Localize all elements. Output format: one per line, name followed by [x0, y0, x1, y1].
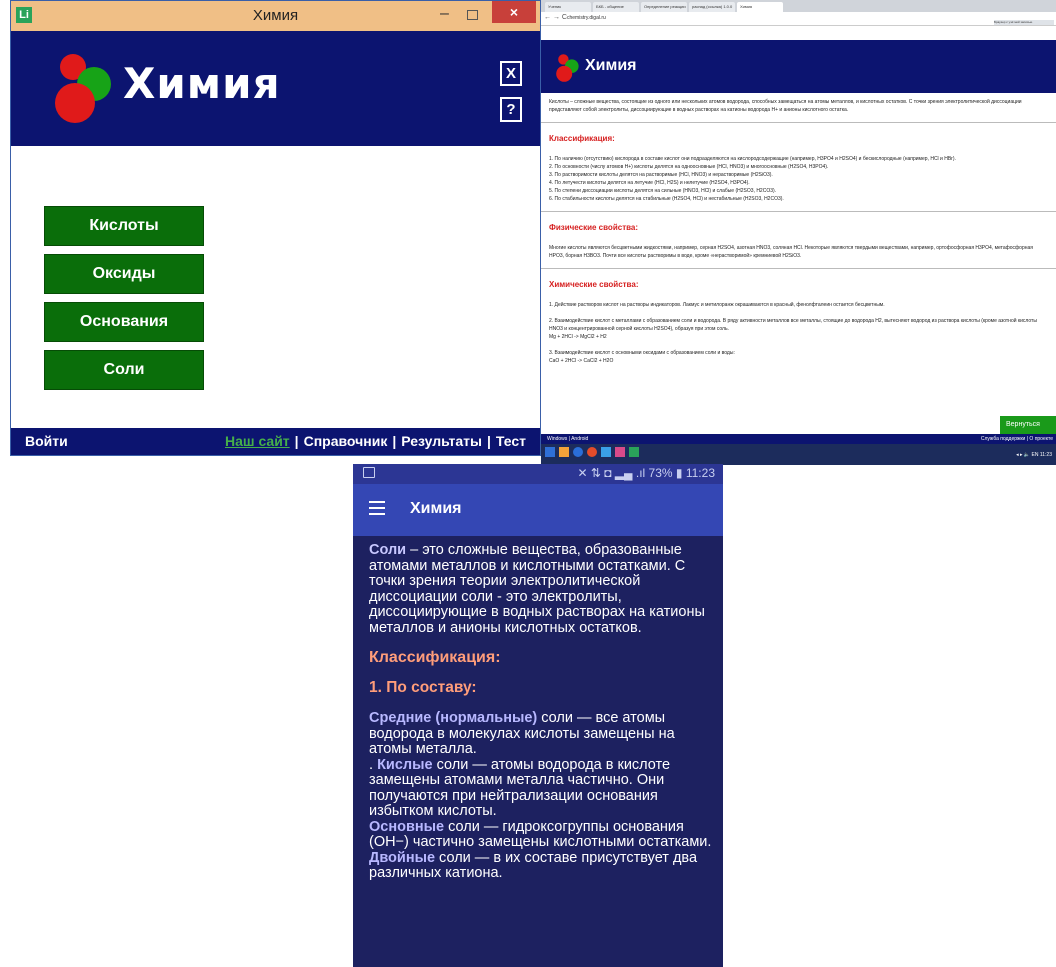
salt-type-paragraph: . Кислые соли — атомы водорода в кислоте…: [369, 756, 714, 820]
list-item: 4. По летучести кислоты делятся на летуч…: [549, 180, 750, 186]
chemical-item: 1. Действие растворов кислот на растворы…: [549, 302, 885, 308]
list-item: 6. По стабильности кислоты делятся на ст…: [549, 196, 784, 202]
list-item: 3. По растворимости кислоты делятся на р…: [549, 172, 773, 178]
phone-screenshot: ✕ ⇅ ◘ ▂▄ .ıl 73% ▮ 11:23 Химия Соли – эт…: [353, 464, 723, 967]
help-button[interactable]: ?: [500, 97, 522, 122]
platform-links[interactable]: Windows | Android: [547, 434, 588, 444]
status-bar: ✕ ⇅ ◘ ▂▄ .ıl 73% ▮ 11:23: [353, 464, 723, 484]
start-icon[interactable]: [545, 447, 555, 457]
chemical-item: 3. Взаимодействие кислот с основными окс…: [549, 350, 735, 356]
prefix: .: [369, 756, 378, 773]
chrome-icon[interactable]: [587, 447, 597, 457]
desktop-app-window: Li Химия – × Химия X ? Кислоты Оксиды Ос…: [10, 0, 541, 456]
footer-separator: |: [294, 433, 299, 449]
app-header: Химия X ?: [11, 31, 540, 146]
reference-link[interactable]: Справочник: [304, 433, 388, 449]
browser-tabstrip: Ученик БКБ - общение Определение реакции…: [541, 0, 1056, 12]
menu-button-oxides[interactable]: Оксиды: [44, 254, 204, 294]
site-header: Химия: [541, 40, 1056, 93]
list-item: 1. По наличию (отсутствию) кислорода в с…: [549, 156, 956, 162]
logo-icon: [55, 54, 111, 123]
chemical-item: 2. Взаимодействие кислот с металлами с о…: [549, 318, 1037, 332]
term: Средние (нормальные): [369, 710, 538, 726]
term: Соли: [369, 542, 407, 558]
app-bar: Химия: [353, 484, 723, 536]
close-button[interactable]: X: [500, 61, 522, 86]
salt-type-paragraph: Средние (нормальные) соли — все атомы во…: [369, 710, 714, 758]
logo-icon: [556, 54, 579, 82]
support-links[interactable]: Служба поддержки | О проекте: [981, 434, 1053, 444]
divider: [541, 268, 1056, 269]
heading-classification: Классификация:: [549, 134, 615, 143]
app-footer: Войти Наш сайт | Справочник | Результаты | Тес…: [11, 428, 540, 455]
physical-text: Многие кислоты являются бесцветными жидк…: [549, 245, 1033, 259]
app-title: Химия: [410, 500, 462, 517]
article-content: Соли – это сложные вещества, образованны…: [369, 542, 714, 882]
login-link[interactable]: Войти: [25, 433, 68, 449]
browser-screenshot: Ученик БКБ - общение Определение реакции…: [541, 0, 1056, 465]
app-icon[interactable]: [601, 447, 611, 457]
intro-text: – это сложные вещества, образованные ато…: [369, 542, 705, 636]
browser-tab[interactable]: Ученик: [545, 2, 591, 12]
heading-classification: Классификация:: [369, 649, 501, 666]
browser-tab[interactable]: Определение реакции: [641, 2, 687, 12]
browser-tab-active[interactable]: Химия: [737, 2, 783, 12]
results-link[interactable]: Результаты: [401, 433, 482, 449]
salt-type-paragraph: Основные соли — гидроксогруппы основания…: [369, 818, 714, 851]
heading-physical: Физические свойства:: [549, 223, 639, 232]
our-site-link[interactable]: Наш сайт: [225, 433, 290, 449]
app-icon[interactable]: [615, 447, 625, 457]
image-notification-icon: [363, 467, 375, 478]
footer-separator: |: [486, 433, 491, 449]
menu-button-salts[interactable]: Соли: [44, 350, 204, 390]
term: Кислые: [377, 756, 433, 773]
menu-button-acids[interactable]: Кислоты: [44, 206, 204, 246]
app-icon[interactable]: [629, 447, 639, 457]
browser-tab[interactable]: распад (ссылка) 1.0.0: [689, 2, 735, 12]
extension-label: Браузер с учётной записью: [994, 20, 1054, 25]
menu-button-bases[interactable]: Основания: [44, 302, 204, 342]
browser-tab[interactable]: БКБ - общение: [593, 2, 639, 12]
brand-title: Химия: [123, 59, 281, 108]
article-content: Кислоты – сложные вещества, состоящие из…: [541, 98, 1056, 365]
intro-text: Кислоты – сложные вещества, состоящие из…: [549, 99, 1022, 113]
list-item: 2. По основности (числу атомов H+) кисло…: [549, 164, 829, 170]
footer-separator: |: [392, 433, 397, 449]
address-bar: ← → C chemistry.digal.ru Браузер с учётн…: [541, 12, 1056, 26]
equation: Mg + 2HCl -> MgCl2 + H2: [549, 334, 607, 340]
minimize-icon[interactable]: –: [440, 5, 454, 25]
window-titlebar: Li Химия – ×: [11, 1, 540, 31]
list-item: 5. По степени диссоциации кислоты делятс…: [549, 188, 777, 194]
term: Основные: [369, 818, 445, 835]
test-link[interactable]: Тест: [496, 433, 526, 449]
equation: CaO + 2HCl -> CaCl2 + H2O: [549, 358, 614, 364]
url-field[interactable]: chemistry.digal.ru: [567, 15, 606, 21]
ie-icon[interactable]: [573, 447, 583, 457]
close-window-icon[interactable]: ×: [492, 1, 536, 23]
heading-chemical: Химические свойства:: [549, 280, 639, 289]
footer-links: Наш сайт | Справочник | Результаты | Тест: [225, 433, 526, 449]
site-footer: Windows | Android Служба поддержки | О п…: [541, 434, 1056, 444]
divider: [541, 122, 1056, 123]
divider: [541, 211, 1056, 212]
menu-icon[interactable]: [369, 501, 385, 519]
explorer-icon[interactable]: [559, 447, 569, 457]
heading-composition: 1. По составу:: [369, 678, 477, 696]
os-taskbar: ◂ ▸ 🔈 EN 11:23: [541, 444, 1056, 465]
window-title: Химия: [252, 7, 299, 24]
site-brand: Химия: [585, 57, 637, 74]
term: Двойные: [369, 849, 436, 866]
intro-paragraph: Соли – это сложные вещества, образованны…: [369, 542, 714, 636]
maximize-icon[interactable]: [467, 10, 478, 20]
status-indicators: ✕ ⇅ ◘ ▂▄ .ıl 73% ▮ 11:23: [577, 466, 715, 480]
salt-type-paragraph: Двойные соли — в их составе присутствует…: [369, 849, 714, 882]
nav-buttons-icon[interactable]: ← → C: [544, 14, 567, 21]
system-tray: ◂ ▸ 🔈 EN 11:23: [1016, 452, 1052, 458]
back-button[interactable]: Вернуться: [1000, 416, 1056, 434]
